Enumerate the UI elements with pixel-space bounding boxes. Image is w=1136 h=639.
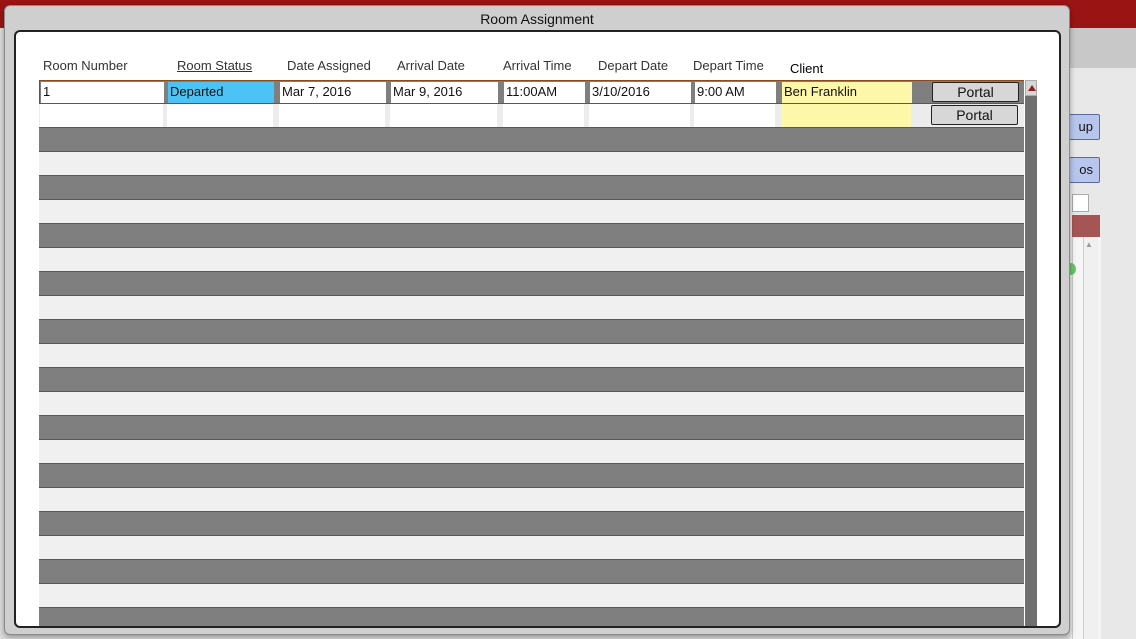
table-row — [39, 584, 1024, 608]
background-scrollbar[interactable] — [1083, 237, 1098, 639]
scroll-up-icon[interactable]: ▲ — [1085, 240, 1093, 249]
arrival-date-field[interactable] — [390, 104, 497, 127]
date-assigned-field[interactable]: Mar 7, 2016 — [280, 82, 386, 103]
header-room-number: Room Number — [43, 58, 128, 73]
date-assigned-field[interactable] — [279, 104, 385, 127]
table-row — [39, 512, 1024, 536]
portal-button[interactable]: Portal — [932, 82, 1019, 102]
room-assignment-dialog: Room Assignment Room Number Room Status … — [4, 5, 1070, 635]
portal-button[interactable]: Portal — [931, 105, 1018, 125]
arrival-time-field[interactable]: 11:00AM — [504, 82, 585, 103]
depart-time-field[interactable] — [694, 104, 775, 127]
table-row — [39, 608, 1024, 626]
room-status-field[interactable]: Departed — [168, 82, 274, 103]
dialog-title: Room Assignment — [480, 11, 594, 27]
room-number-field[interactable]: 1 — [41, 82, 164, 103]
room-number-field[interactable] — [40, 104, 163, 127]
dialog-content: Room Number Room Status Date Assigned Ar… — [14, 30, 1061, 628]
table-row — [39, 440, 1024, 464]
background-list-header — [1072, 215, 1100, 237]
table-row — [39, 536, 1024, 560]
app-toolbar-band — [1070, 28, 1136, 68]
client-field[interactable] — [781, 104, 911, 127]
table-row — [39, 488, 1024, 512]
table-row — [39, 272, 1024, 296]
table-row — [39, 152, 1024, 176]
room-status-field[interactable] — [167, 104, 273, 127]
table-row — [39, 176, 1024, 200]
table-row — [39, 464, 1024, 488]
table-row — [39, 200, 1024, 224]
arrival-date-field[interactable]: Mar 9, 2016 — [391, 82, 498, 103]
table-row — [39, 368, 1024, 392]
table-row: 1 Departed Mar 7, 2016 Mar 9, 2016 11:00… — [39, 80, 1024, 104]
depart-time-field[interactable]: 9:00 AM — [695, 82, 776, 103]
table-row — [39, 344, 1024, 368]
header-arrival-time: Arrival Time — [503, 58, 572, 73]
table-row — [39, 296, 1024, 320]
scroll-up-arrow-icon[interactable] — [1025, 80, 1037, 96]
portal-scrollbar[interactable] — [1025, 80, 1037, 626]
header-depart-date: Depart Date — [598, 58, 669, 73]
client-field[interactable]: Ben Franklin — [782, 82, 912, 103]
table-row — [39, 416, 1024, 440]
arrival-time-field[interactable] — [503, 104, 584, 127]
header-room-status[interactable]: Room Status — [177, 58, 252, 73]
table-row — [39, 224, 1024, 248]
table-row: Portal — [39, 104, 1024, 128]
table-row — [39, 128, 1024, 152]
depart-date-field[interactable]: 3/10/2016 — [590, 82, 691, 103]
table-row — [39, 320, 1024, 344]
depart-date-field[interactable] — [589, 104, 690, 127]
header-arrival-date: Arrival Date — [397, 58, 465, 73]
background-checkbox[interactable] — [1072, 194, 1089, 212]
table-row — [39, 560, 1024, 584]
table-row — [39, 248, 1024, 272]
table-row — [39, 392, 1024, 416]
assignment-portal: 1 Departed Mar 7, 2016 Mar 9, 2016 11:00… — [39, 80, 1037, 626]
header-client: Client — [790, 61, 824, 76]
header-depart-time: Depart Time — [693, 58, 764, 73]
header-date-assigned: Date Assigned — [287, 58, 371, 73]
